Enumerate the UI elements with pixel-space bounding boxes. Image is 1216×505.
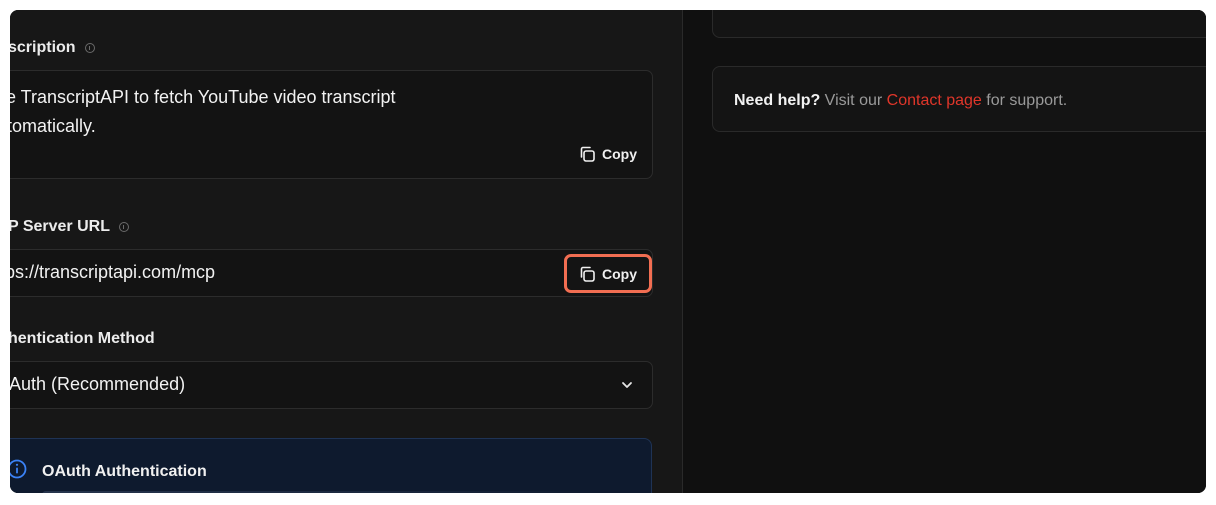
auth-method-label: hentication Method	[10, 330, 155, 347]
mcp-url-label: P Server URL	[10, 218, 110, 235]
copy-icon	[580, 266, 595, 282]
info-circle-icon	[10, 459, 27, 479]
mcp-url-field[interactable]: ttps://transcriptapi.com/mcp Copy	[10, 249, 653, 297]
app-window: scription se TranscriptAPI to fetch YouT…	[10, 10, 1206, 493]
description-line-1: se TranscriptAPI to fetch YouTube video …	[10, 87, 396, 107]
sidebar-card-top	[712, 10, 1206, 38]
description-text: se TranscriptAPI to fetch YouTube video …	[10, 83, 617, 141]
help-card: Need help? Visit our Contact page for su…	[712, 66, 1206, 132]
auth-method-selected: OAuth (Recommended)	[10, 374, 186, 394]
copy-icon	[580, 146, 595, 162]
copy-url-label: Copy	[602, 265, 637, 282]
mcp-url-label-row: P Server URL	[10, 218, 129, 236]
config-panel: scription se TranscriptAPI to fetch YouT…	[10, 10, 682, 493]
oauth-card-title: OAuth Authentication	[42, 463, 207, 480]
auth-method-select[interactable]: OAuth (Recommended)	[10, 361, 653, 409]
description-label: scription	[10, 39, 76, 56]
description-box: se TranscriptAPI to fetch YouTube video …	[10, 70, 653, 179]
help-text: Need help? Visit our Contact page for su…	[734, 92, 1067, 110]
copy-url-button[interactable]: Copy	[564, 254, 652, 293]
copy-description-button[interactable]: Copy	[578, 145, 637, 163]
description-line-2: utomatically.	[10, 116, 96, 136]
oauth-card-description	[42, 491, 602, 493]
help-post: for support.	[981, 92, 1068, 109]
mcp-url-value: ttps://transcriptapi.com/mcp	[10, 262, 216, 282]
help-pre: Visit our	[820, 92, 887, 109]
info-icon[interactable]	[118, 222, 129, 232]
sidebar-panel: Need help? Visit our Contact page for su…	[683, 10, 1206, 493]
description-label-row: scription	[10, 39, 95, 57]
auth-method-label-row: hentication Method	[10, 330, 155, 348]
oauth-info-card: OAuth Authentication	[10, 438, 652, 493]
info-icon[interactable]	[84, 43, 95, 53]
help-heading: Need help?	[734, 92, 821, 109]
contact-page-link[interactable]: Contact page	[887, 92, 982, 109]
copy-description-label: Copy	[602, 146, 637, 162]
chevron-down-icon	[622, 382, 632, 388]
